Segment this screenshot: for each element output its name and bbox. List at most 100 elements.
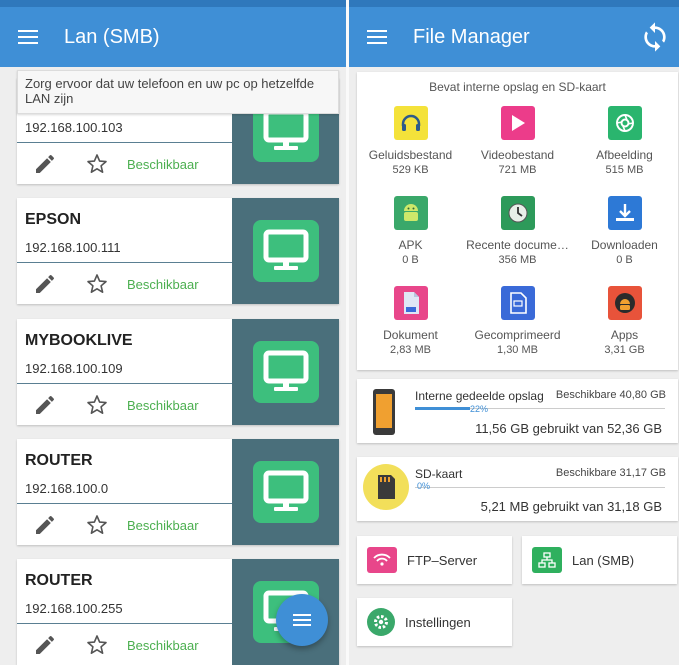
page-title: File Manager (413, 25, 530, 48)
category-size: 721 MB (498, 164, 537, 176)
category-downloads[interactable]: Downloaden 0 B (571, 196, 678, 284)
storage-name: Interne gedeelde opslag (415, 389, 544, 403)
category-size: 356 MB (498, 254, 537, 266)
device-ip: 192.168.100.111 (25, 240, 121, 255)
category-size: 1,30 MB (497, 344, 538, 356)
device-status: Beschikbaar (127, 276, 199, 292)
device-actions: Beschikbaar (17, 264, 232, 304)
download-icon (607, 196, 642, 230)
category-size: 0 B (616, 254, 633, 266)
category-recent-docs[interactable]: Recente docume… 356 MB (464, 196, 571, 284)
device-name: MYBOOKLIVE (25, 332, 133, 349)
edit-pencil-icon[interactable] (33, 272, 57, 296)
lan-smb-tile[interactable]: Lan (SMB) (522, 536, 677, 584)
star-outline-icon[interactable] (85, 513, 109, 537)
edit-pencil-icon[interactable] (33, 633, 57, 657)
device-ip: 192.168.100.0 (25, 481, 109, 496)
category-audio[interactable]: Geluidsbestand 529 KB (357, 106, 464, 194)
category-size: 529 KB (392, 164, 429, 176)
device-status: Beschikbaar (127, 156, 199, 172)
edit-pencil-icon[interactable] (33, 152, 57, 176)
monitor-icon (252, 461, 319, 523)
device-name: ROUTER (25, 572, 93, 589)
headphones-icon (393, 106, 428, 140)
lan-smb-label: Lan (SMB) (572, 552, 635, 568)
apps-icon (607, 286, 642, 320)
settings-tile[interactable]: Instellingen (357, 598, 512, 646)
gear-icon (367, 608, 395, 636)
edit-pencil-icon[interactable] (33, 513, 57, 537)
device-status: Beschikbaar (127, 637, 199, 653)
divider (17, 142, 232, 143)
hamburger-icon (293, 614, 311, 626)
category-label: Dokument (383, 328, 438, 342)
category-size: 0 B (402, 254, 419, 266)
device-name: ROUTER (25, 452, 93, 469)
storage-name: SD-kaart (415, 467, 463, 481)
device-card[interactable]: MYBOOKLIVE 192.168.100.109 Beschikbaar (17, 319, 339, 425)
category-apps[interactable]: Apps 3,31 GB (571, 286, 678, 374)
storage-free: Beschikbare 40,80 GB (555, 389, 666, 401)
category-document[interactable]: Dokument 2,83 MB (357, 286, 464, 374)
star-outline-icon[interactable] (85, 152, 109, 176)
menu-button[interactable] (0, 7, 56, 67)
category-image[interactable]: Afbeelding 515 MB (571, 106, 678, 194)
zip-icon (500, 286, 535, 320)
floating-menu-button[interactable] (276, 594, 328, 646)
android-icon (393, 196, 428, 230)
device-ip: 192.168.100.255 (25, 601, 123, 616)
device-ip: 192.168.100.103 (25, 120, 123, 135)
device-actions: Beschikbaar (17, 625, 232, 665)
device-card[interactable]: EPSON 192.168.100.111 Beschikbaar (17, 198, 339, 304)
monitor-icon (252, 220, 319, 282)
status-bar (349, 0, 679, 7)
sd-card-storage-card[interactable]: SD-kaart Beschikbare 31,17 GB 0% 5,21 MB… (357, 457, 678, 521)
page-title: Lan (SMB) (64, 25, 160, 48)
edit-pencil-icon[interactable] (33, 393, 57, 417)
app-bar: File Manager (349, 7, 679, 67)
sd-card-icon (363, 464, 409, 510)
play-icon (500, 106, 535, 140)
hamburger-icon (18, 30, 38, 44)
category-label: Geluidsbestand (368, 148, 453, 162)
device-actions: Beschikbaar (17, 505, 232, 545)
category-compressed[interactable]: Gecomprimeerd 1,30 MB (464, 286, 571, 374)
device-actions: Beschikbaar (17, 385, 232, 425)
category-label: Videobestand (480, 148, 555, 162)
category-label: Downloaden (591, 238, 658, 252)
ftp-server-label: FTP–Server (407, 552, 478, 568)
category-video[interactable]: Videobestand 721 MB (464, 106, 571, 194)
device-name: EPSON (25, 211, 82, 228)
storage-progress-bar (415, 487, 665, 488)
star-outline-icon[interactable] (85, 272, 109, 296)
refresh-icon[interactable] (639, 21, 671, 53)
star-outline-icon[interactable] (85, 393, 109, 417)
star-outline-icon[interactable] (85, 633, 109, 657)
lan-hint-banner: Zorg ervoor dat uw telefoon en uw pc op … (17, 70, 339, 114)
internal-storage-card[interactable]: Interne gedeelde opslag Beschikbare 40,8… (357, 379, 678, 443)
storage-progress-fill (415, 407, 470, 410)
hamburger-icon (367, 30, 387, 44)
storage-percent: 22% (470, 404, 489, 414)
device-ip: 192.168.100.109 (25, 361, 123, 376)
device-card[interactable]: ROUTER 192.168.100.0 Beschikbaar (17, 439, 339, 545)
ftp-server-tile[interactable]: FTP–Server (357, 536, 512, 584)
category-label: Afbeelding (596, 148, 653, 162)
device-thumbnail (232, 439, 339, 545)
device-thumbnail (232, 319, 339, 425)
category-apk[interactable]: APK 0 B (357, 196, 464, 284)
document-icon (393, 286, 428, 320)
divider (17, 503, 232, 504)
camera-aperture-icon (607, 106, 642, 140)
category-label: APK (398, 238, 423, 252)
category-label: Gecomprimeerd (474, 328, 561, 342)
storage-used: 11,56 GB gebruikt van 52,36 GB (475, 421, 662, 436)
category-size: 3,31 GB (604, 344, 645, 356)
monitor-icon (252, 341, 319, 403)
menu-button[interactable] (349, 7, 405, 67)
settings-label: Instellingen (405, 614, 471, 630)
status-bar (0, 0, 346, 7)
device-thumbnail (232, 198, 339, 304)
ftp-wifi-icon (367, 547, 397, 573)
categories-card: Bevat interne opslag en SD-kaart Geluids… (357, 72, 678, 370)
